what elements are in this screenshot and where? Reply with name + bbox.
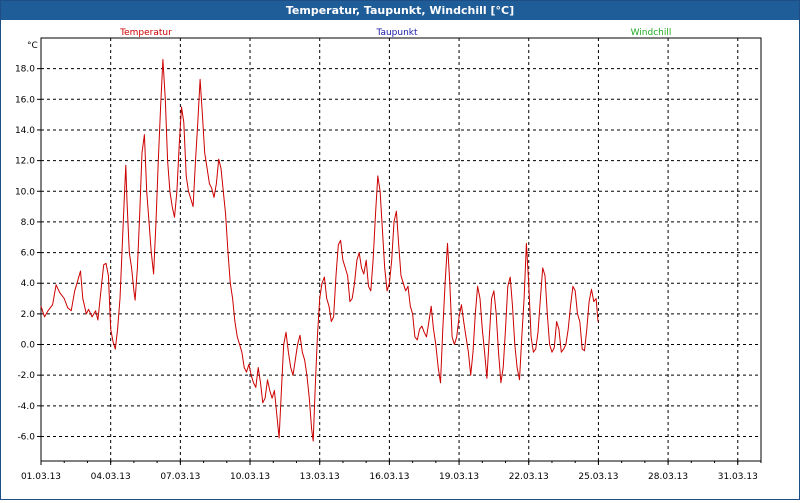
- legend-item: Temperatur: [119, 28, 172, 38]
- y-tick-label: -6.0: [17, 432, 35, 442]
- x-tick-label: 22.03.13: [509, 472, 549, 482]
- y-tick-label: 18.0: [15, 65, 35, 75]
- x-tick-label: 16.03.13: [369, 472, 409, 482]
- y-tick-label: 2.0: [21, 310, 36, 320]
- y-tick-label: -4.0: [17, 402, 35, 412]
- chart-area: 18.0 16.0 14.0 12.0 10.0 8.0 6.0 4.0 2.0 0.0 -2.0 -…: [1, 21, 799, 499]
- legend-item: Taupunkt: [375, 28, 418, 38]
- x-tick-label: 25.03.13: [578, 472, 618, 482]
- y-tick-label: 4.0: [21, 279, 36, 289]
- x-tick-label: 07.03.13: [160, 472, 200, 482]
- x-tick-label: 28.03.13: [648, 472, 688, 482]
- y-tick-label: 12.0: [15, 157, 35, 167]
- y-axis-unit-label: °C: [27, 41, 38, 51]
- temperature-chart: 18.0 16.0 14.0 12.0 10.0 8.0 6.0 4.0 2.0 0.0 -2.0 -…: [15, 28, 762, 482]
- y-tick-label: 8.0: [21, 218, 36, 228]
- x-tick-label: 04.03.13: [91, 472, 131, 482]
- y-tick-label: 6.0: [21, 249, 36, 259]
- plot-area: [40, 37, 762, 462]
- x-tick-label: 01.03.13: [21, 472, 61, 482]
- x-tick-label: 10.03.13: [230, 472, 270, 482]
- chart-window: Temperatur, Taupunkt, Windchill [°C] 18.…: [0, 0, 800, 500]
- legend-item: Windchill: [631, 28, 672, 38]
- x-tick-label: 13.03.13: [300, 472, 340, 482]
- x-tick-label: 31.03.13: [718, 472, 758, 482]
- y-tick-label: -2.0: [17, 371, 35, 381]
- y-tick-label: 10.0: [15, 187, 35, 197]
- window-title: Temperatur, Taupunkt, Windchill [°C]: [1, 1, 799, 20]
- x-tick-label: 19.03.13: [439, 472, 479, 482]
- y-tick-label: 16.0: [15, 95, 35, 105]
- y-tick-label: 14.0: [15, 126, 35, 136]
- y-tick-label: 0.0: [21, 341, 36, 351]
